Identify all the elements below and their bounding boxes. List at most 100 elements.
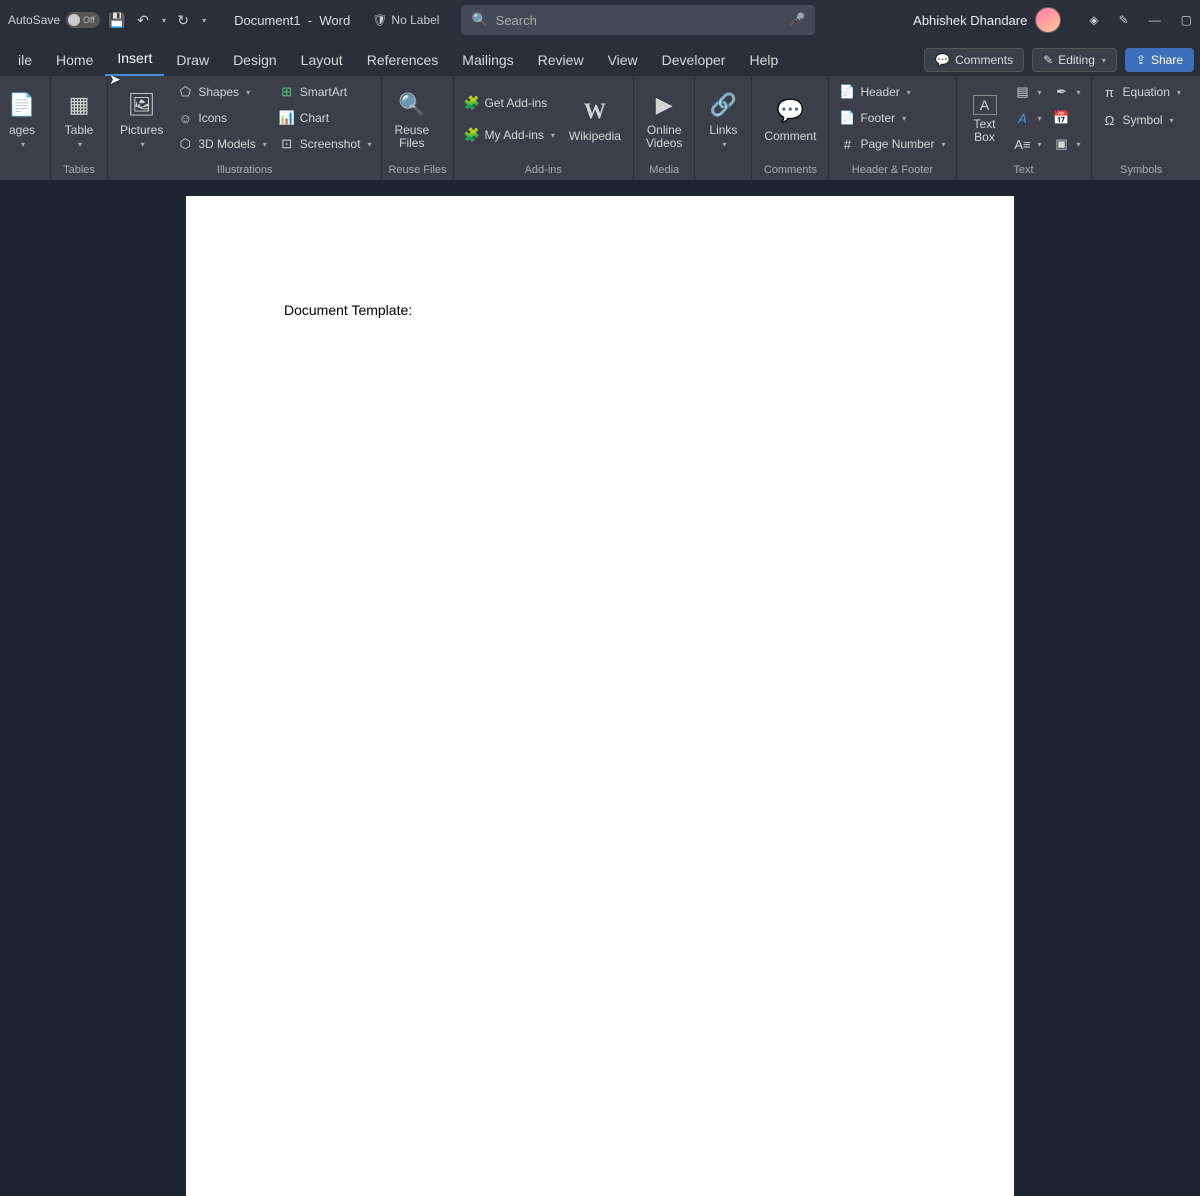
- title-right: ◈ ✎ — ▢: [1089, 13, 1192, 27]
- smartart-icon: ⊞: [279, 84, 295, 100]
- links-button[interactable]: 🔗 Links ▾: [701, 80, 745, 158]
- wikipedia-button[interactable]: W Wikipedia: [563, 80, 627, 158]
- chevron-down-icon: ▾: [78, 140, 82, 149]
- page[interactable]: Document Template:: [186, 196, 1014, 1196]
- text-group-label: Text: [963, 162, 1085, 178]
- user-account[interactable]: Abhishek Dhandare: [913, 7, 1061, 33]
- text-box-button[interactable]: A Text Box: [963, 80, 1007, 158]
- tab-insert[interactable]: Insert: [105, 42, 164, 76]
- chart-label: Chart: [300, 111, 329, 125]
- editing-button[interactable]: ✎ Editing ▾: [1032, 48, 1117, 72]
- reuse-files-button[interactable]: 🔍 Reuse Files: [388, 80, 435, 158]
- document-text[interactable]: Document Template:: [284, 302, 412, 318]
- redo-icon[interactable]: ↻: [174, 11, 192, 29]
- addins-group-label: Add-ins: [460, 162, 627, 178]
- tab-view[interactable]: View: [596, 44, 650, 76]
- group-text: A Text Box ▤▾ A▾ A≡▾ ✒▾ 📅 ▣▾ Text: [957, 76, 1092, 180]
- pencil-icon: ✎: [1043, 53, 1053, 67]
- textbox-icon: A: [973, 95, 997, 115]
- pictures-button[interactable]: 🖼 Pictures ▾: [114, 80, 169, 158]
- video-icon: ▶: [648, 89, 680, 121]
- tables-group-label: Tables: [57, 162, 101, 178]
- chart-button[interactable]: 📊Chart: [275, 106, 376, 130]
- drop-cap-button[interactable]: A≡▾: [1011, 132, 1046, 156]
- autosave-control[interactable]: AutoSave Off: [8, 12, 100, 28]
- comment-button[interactable]: 💬 Comment: [758, 80, 822, 158]
- autosave-toggle[interactable]: Off: [66, 12, 100, 28]
- equation-label: Equation: [1123, 85, 1170, 99]
- editing-label: Editing: [1058, 53, 1095, 67]
- header-button[interactable]: 📄Header▾: [835, 80, 949, 104]
- wordart-button[interactable]: A▾: [1011, 106, 1046, 130]
- group-symbols: πEquation▾ ΩSymbol▾ Symbols: [1092, 76, 1191, 180]
- table-button[interactable]: ▦ Table ▾: [57, 80, 101, 158]
- maximize-icon[interactable]: ▢: [1181, 13, 1192, 27]
- object-button[interactable]: ▣▾: [1050, 132, 1085, 156]
- chevron-down-icon: ▾: [141, 140, 145, 149]
- tab-design[interactable]: Design: [221, 44, 289, 76]
- store-icon: 🧩: [464, 95, 480, 111]
- shapes-button[interactable]: ⬠Shapes▾: [173, 80, 270, 104]
- get-addins-button[interactable]: 🧩Get Add-ins: [460, 91, 559, 115]
- tab-developer[interactable]: Developer: [650, 44, 738, 76]
- equation-icon: π: [1102, 84, 1118, 100]
- sensitivity-label[interactable]: 🛡 No Label: [372, 13, 439, 27]
- tab-home[interactable]: Home: [44, 44, 105, 76]
- symbol-label: Symbol: [1123, 113, 1163, 127]
- reuse-label: Reuse Files: [394, 124, 429, 150]
- date-time-button[interactable]: 📅: [1050, 106, 1085, 130]
- comments-button[interactable]: 💬 Comments: [924, 48, 1024, 72]
- share-button[interactable]: ⇪ Share: [1125, 48, 1194, 72]
- signature-button[interactable]: ✒▾: [1050, 80, 1085, 104]
- header-label: Header: [860, 85, 899, 99]
- document-area[interactable]: Document Template:: [0, 180, 1200, 630]
- chevron-down-icon: ▾: [21, 140, 25, 149]
- icons-button[interactable]: ☺Icons: [173, 106, 270, 130]
- no-label-text: No Label: [391, 13, 439, 27]
- document-title[interactable]: Document1 - Word: [234, 13, 350, 28]
- footer-button[interactable]: 📄Footer▾: [835, 106, 949, 130]
- tab-help[interactable]: Help: [737, 44, 790, 76]
- search-input[interactable]: 🔍 Search 🎤: [461, 5, 815, 35]
- pictures-label: Pictures: [120, 124, 163, 137]
- search-icon: 🔍: [471, 12, 487, 28]
- group-pages: 📄 ages ▾: [0, 76, 51, 180]
- tab-references[interactable]: References: [355, 44, 451, 76]
- autosave-state: Off: [83, 15, 95, 25]
- links-group-label: [701, 162, 745, 178]
- footer-label: Footer: [860, 111, 895, 125]
- tab-file[interactable]: ile: [6, 44, 44, 76]
- table-icon: ▦: [63, 89, 95, 121]
- pages-button[interactable]: 📄 ages ▾: [0, 80, 44, 158]
- 3dmodels-button[interactable]: ⬡3D Models▾: [173, 132, 270, 156]
- screenshot-label: Screenshot: [300, 137, 361, 151]
- group-label: [0, 162, 44, 178]
- smartart-label: SmartArt: [300, 85, 347, 99]
- illustrations-group-label: Illustrations: [114, 162, 375, 178]
- smartart-button[interactable]: ⊞ SmartArt: [275, 80, 376, 104]
- save-icon[interactable]: 💾: [108, 11, 126, 29]
- diamond-icon[interactable]: ◈: [1089, 13, 1098, 27]
- my-addins-button[interactable]: 🧩My Add-ins▾: [460, 123, 559, 147]
- wikipedia-label: Wikipedia: [569, 130, 621, 143]
- tab-review[interactable]: Review: [526, 44, 596, 76]
- equation-button[interactable]: πEquation▾: [1098, 80, 1185, 104]
- screenshot-icon: ⊡: [279, 136, 295, 152]
- group-comments: 💬 Comment Comments: [752, 76, 829, 180]
- tab-mailings[interactable]: Mailings: [450, 44, 525, 76]
- mic-icon[interactable]: 🎤: [789, 12, 805, 28]
- tab-layout[interactable]: Layout: [289, 44, 355, 76]
- undo-icon[interactable]: ↶: [134, 11, 152, 29]
- online-videos-button[interactable]: ▶ Online Videos: [640, 80, 688, 158]
- avatar[interactable]: [1035, 7, 1061, 33]
- qat-more[interactable]: ▾: [202, 16, 206, 25]
- page-number-button[interactable]: #Page Number▾: [835, 132, 949, 156]
- addins-icon: 🧩: [464, 127, 480, 143]
- symbol-button[interactable]: ΩSymbol▾: [1098, 108, 1185, 132]
- undo-caret[interactable]: ▾: [162, 16, 166, 25]
- pen-sparkle-icon[interactable]: ✎: [1119, 13, 1129, 27]
- minimize-icon[interactable]: —: [1149, 13, 1161, 27]
- tab-draw[interactable]: Draw: [164, 44, 221, 76]
- screenshot-button[interactable]: ⊡Screenshot▾: [275, 132, 376, 156]
- quick-parts-button[interactable]: ▤▾: [1011, 80, 1046, 104]
